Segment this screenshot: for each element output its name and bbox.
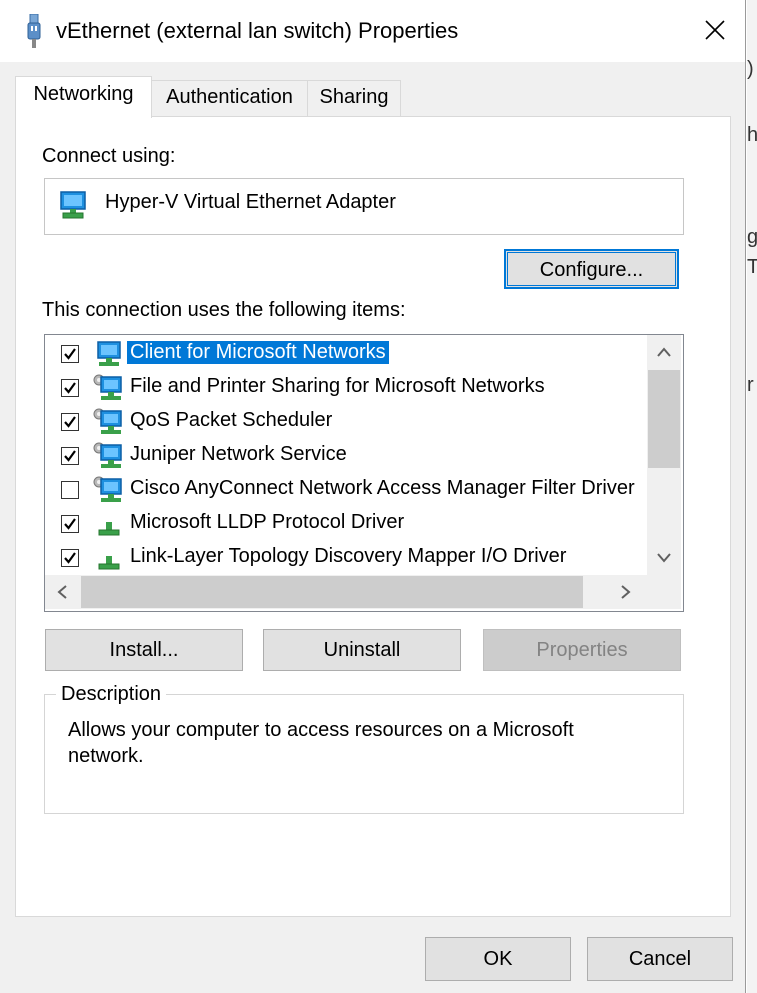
- adapter-name: Hyper-V Virtual Ethernet Adapter: [105, 191, 396, 213]
- horizontal-scrollbar[interactable]: [45, 575, 647, 609]
- window-title: vEthernet (external lan switch) Properti…: [56, 18, 459, 43]
- item-checkbox[interactable]: [61, 447, 79, 465]
- item-label: QoS Packet Scheduler: [130, 409, 333, 431]
- item-label: Link-Layer Topology Discovery Mapper I/O…: [130, 545, 567, 567]
- uninstall-button[interactable]: Uninstall: [263, 629, 461, 671]
- horizontal-scroll-thumb[interactable]: [81, 576, 583, 608]
- list-item[interactable]: File and Printer Sharing for Microsoft N…: [45, 371, 645, 405]
- checkmark-icon: [64, 518, 76, 530]
- checkmark-icon: [64, 416, 76, 428]
- description-title: Description: [56, 683, 167, 706]
- item-checkbox[interactable]: [61, 549, 79, 567]
- cancel-button[interactable]: Cancel: [587, 937, 733, 981]
- list-item[interactable]: Cisco AnyConnect Network Access Manager …: [45, 473, 645, 507]
- ok-button[interactable]: OK: [425, 937, 571, 981]
- tab-label: Authentication: [166, 86, 293, 108]
- item-label: Client for Microsoft Networks: [127, 341, 389, 364]
- list-item[interactable]: Microsoft LLDP Protocol Driver: [45, 507, 645, 541]
- network-service-icon: [93, 476, 122, 502]
- item-checkbox[interactable]: [61, 515, 79, 533]
- scroll-down-icon[interactable]: [657, 553, 671, 563]
- connect-using-label: Connect using:: [42, 145, 176, 167]
- list-item[interactable]: QoS Packet Scheduler: [45, 405, 645, 439]
- scroll-left-icon[interactable]: [57, 585, 67, 599]
- background-text-fragment: T: [747, 256, 757, 278]
- network-client-icon: [97, 341, 121, 366]
- item-checkbox[interactable]: [61, 481, 79, 499]
- list-item[interactable]: Link-Layer Topology Discovery Mapper I/O…: [45, 541, 645, 575]
- network-service-icon: [93, 408, 122, 434]
- properties-dialog: vEthernet (external lan switch) Properti…: [0, 0, 746, 993]
- background-text-fragment: ): [747, 58, 754, 80]
- item-label: Cisco AnyConnect Network Access Manager …: [130, 477, 635, 499]
- protocol-icon: [98, 556, 120, 570]
- configure-button[interactable]: Configure...: [504, 249, 679, 289]
- protocol-icon: [98, 522, 120, 536]
- checkmark-icon: [64, 382, 76, 394]
- install-button[interactable]: Install...: [45, 629, 243, 671]
- background-window-edge: [747, 0, 757, 993]
- checkmark-icon: [64, 552, 76, 564]
- scroll-right-icon[interactable]: [621, 585, 631, 599]
- background-text-fragment: g: [747, 226, 757, 248]
- vertical-scroll-thumb[interactable]: [648, 370, 680, 468]
- items-list-label: This connection uses the following items…: [42, 299, 406, 321]
- background-text-fragment: h: [747, 124, 757, 146]
- list-item[interactable]: Juniper Network Service: [45, 439, 645, 473]
- networking-tab-panel: Connect using: Hyper-V Virtual Ethernet …: [15, 116, 731, 917]
- scrollbar-corner: [647, 575, 681, 609]
- item-label: Microsoft LLDP Protocol Driver: [130, 511, 405, 533]
- tab-sharing[interactable]: Sharing: [307, 80, 401, 116]
- connection-items-list[interactable]: Client for Microsoft Networks File and Pr…: [44, 334, 684, 612]
- network-service-icon: [93, 442, 122, 468]
- adapter-field: Hyper-V Virtual Ethernet Adapter: [44, 178, 684, 235]
- close-icon: [705, 20, 725, 40]
- item-checkbox[interactable]: [61, 413, 79, 431]
- close-button[interactable]: [685, 0, 745, 62]
- properties-button: Properties: [483, 629, 681, 671]
- tab-networking[interactable]: Networking: [15, 76, 152, 118]
- network-cable-icon: [27, 14, 41, 48]
- tab-label: Networking: [33, 83, 134, 105]
- tab-authentication[interactable]: Authentication: [151, 80, 308, 116]
- background-text-fragment: r: [747, 374, 754, 396]
- item-checkbox[interactable]: [61, 379, 79, 397]
- vertical-scrollbar[interactable]: [647, 335, 681, 575]
- list-item[interactable]: Client for Microsoft Networks: [45, 337, 645, 371]
- network-service-icon: [93, 374, 122, 400]
- tab-label: Sharing: [319, 86, 389, 108]
- item-label: File and Printer Sharing for Microsoft N…: [130, 375, 545, 397]
- title-bar[interactable]: vEthernet (external lan switch) Properti…: [0, 0, 745, 62]
- network-adapter-icon: [60, 191, 86, 219]
- item-checkbox[interactable]: [61, 345, 79, 363]
- item-label: Juniper Network Service: [130, 443, 347, 465]
- scroll-up-icon[interactable]: [657, 347, 671, 357]
- description-text: Allows your computer to access resources…: [68, 719, 574, 767]
- checkmark-icon: [64, 348, 76, 360]
- checkmark-icon: [64, 450, 76, 462]
